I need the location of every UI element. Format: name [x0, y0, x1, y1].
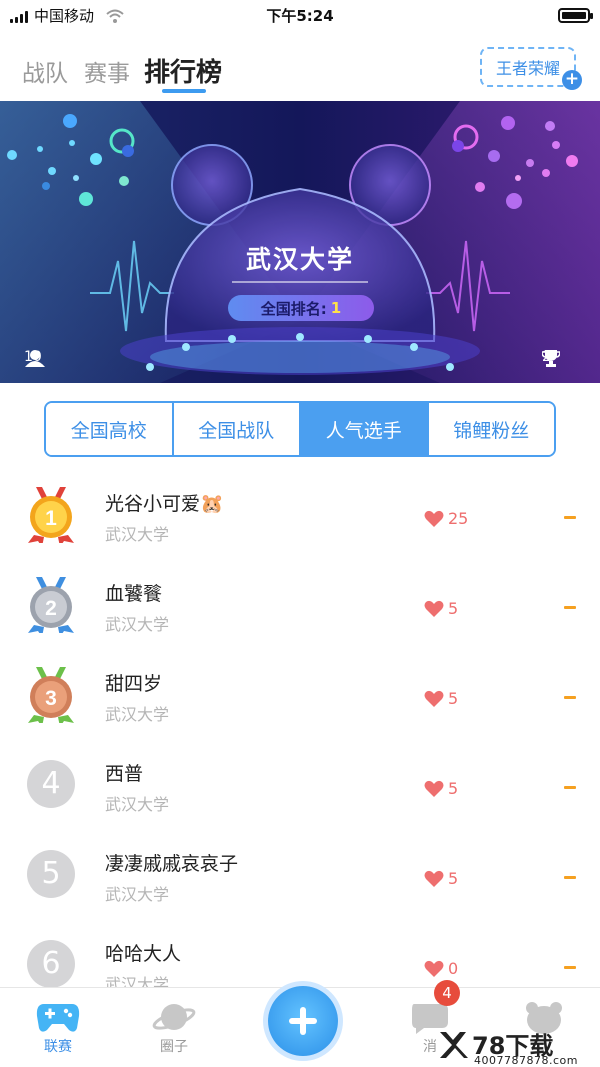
- like-count[interactable]: 0: [424, 959, 458, 978]
- tab-leaderboard[interactable]: 排行榜: [144, 52, 222, 89]
- ranking-row[interactable]: 2 血饕餮 武汉大学 5: [0, 563, 600, 653]
- segment-national-teams[interactable]: 全国战队: [173, 403, 301, 455]
- heart-icon: [424, 510, 444, 527]
- member-count: 10: [24, 349, 45, 367]
- watermark-url: 4007787878.com: [474, 1054, 578, 1067]
- player-name: 哈哈大人: [105, 943, 182, 965]
- like-count[interactable]: 25: [424, 509, 468, 528]
- like-count-value: 0: [448, 959, 459, 978]
- heart-icon: [424, 690, 444, 707]
- player-school: 武汉大学: [105, 525, 170, 544]
- heart-icon: [424, 780, 444, 797]
- unread-badge: 4: [434, 980, 460, 1006]
- player-name: 光谷小可爱🐹: [105, 493, 224, 515]
- ranking-list: 1 光谷小可爱🐹 武汉大学 25 2 血饕餮 武汉大学 5 3 甜四岁 武汉大学…: [0, 473, 600, 1013]
- national-rank-pill: 全国排名: 1: [228, 295, 374, 321]
- player-name: 甜四岁: [105, 673, 163, 695]
- medal-number: 1: [45, 507, 57, 530]
- tab-events[interactable]: 赛事: [84, 54, 130, 88]
- heart-icon: [424, 600, 444, 617]
- battery-icon: [558, 8, 593, 23]
- player-name: 血饕餮: [105, 583, 163, 605]
- leaderboard-screen: 中国移动 下午5:24 战队 赛事 排行榜 王者荣耀 + 武汉大学 全国排名: …: [0, 0, 600, 1067]
- medal-number: 3: [45, 687, 57, 710]
- nav-messages-label: 消: [423, 1039, 437, 1055]
- silver-medal-icon: 2: [28, 577, 74, 633]
- rank-value: 1: [330, 299, 342, 317]
- ranking-row[interactable]: 3 甜四岁 武汉大学 5: [0, 653, 600, 743]
- members-icon: [25, 350, 45, 367]
- nav-circle[interactable]: 圈子: [134, 1000, 214, 1056]
- like-count-value: 25: [448, 509, 469, 528]
- site-watermark: 78下载 4007787878.com: [438, 1026, 598, 1067]
- ranking-category-segment: 全国高校 全国战队 人气选手 锦鲤粉丝: [44, 401, 556, 457]
- create-button[interactable]: [268, 986, 338, 1056]
- player-school: 武汉大学: [105, 795, 170, 814]
- rank-change-indicator: [564, 786, 576, 789]
- like-count-value: 5: [448, 599, 459, 618]
- rank-change-indicator: [564, 606, 576, 609]
- segment-lucky-fans[interactable]: 锦鲤粉丝: [428, 403, 554, 455]
- rank-number-badge: 5: [27, 850, 75, 898]
- school-name: 武汉大学: [245, 245, 354, 274]
- ranking-row[interactable]: 5 凄凄戚戚哀哀子 武汉大学 5: [0, 833, 600, 923]
- nav-circle-label: 圈子: [160, 1039, 188, 1055]
- plus-icon: [289, 1007, 317, 1035]
- rank-label: 全国排名:: [260, 299, 327, 318]
- trophy-count: 2: [542, 349, 560, 367]
- player-school: 武汉大学: [105, 705, 170, 724]
- like-count[interactable]: 5: [424, 599, 458, 618]
- like-count[interactable]: 5: [424, 779, 458, 798]
- rank-number-badge: 4: [27, 760, 75, 808]
- medal-number: 2: [45, 597, 57, 620]
- tab-team[interactable]: 战队: [22, 54, 68, 88]
- player-name: 凄凄戚戚哀哀子: [105, 853, 239, 875]
- active-tab-indicator: [162, 89, 206, 93]
- heart-icon: [424, 870, 444, 887]
- rank-change-indicator: [564, 966, 576, 969]
- segment-national-schools[interactable]: 全国高校: [46, 403, 174, 455]
- planet-icon: [152, 1004, 196, 1030]
- segment-popular-players[interactable]: 人气选手: [301, 403, 429, 455]
- watermark-logo-icon: [440, 1032, 468, 1058]
- school-banner: 武汉大学 全国排名: 1 10 2: [0, 101, 600, 383]
- status-bar: 中国移动 下午5:24: [0, 0, 600, 30]
- nav-league[interactable]: 联赛: [18, 1000, 98, 1056]
- rank-change-indicator: [564, 696, 576, 699]
- rank-number-badge: 6: [27, 940, 75, 988]
- player-name: 西普: [105, 763, 144, 785]
- rank-change-indicator: [564, 516, 576, 519]
- ranking-row[interactable]: 1 光谷小可爱🐹 武汉大学 25: [0, 473, 600, 563]
- like-count-value: 5: [448, 779, 459, 798]
- nav-league-label: 联赛: [44, 1039, 72, 1055]
- like-count-value: 5: [448, 869, 459, 888]
- add-game-icon[interactable]: +: [562, 70, 582, 90]
- gamepad-icon: [36, 1004, 80, 1032]
- rank-change-indicator: [564, 876, 576, 879]
- gold-medal-icon: 1: [28, 487, 74, 543]
- player-school: 武汉大学: [105, 615, 170, 634]
- like-count[interactable]: 5: [424, 689, 458, 708]
- status-time: 下午5:24: [266, 7, 334, 25]
- player-school: 武汉大学: [105, 885, 170, 904]
- ranking-row[interactable]: 4 西普 武汉大学 5: [0, 743, 600, 833]
- heart-icon: [424, 960, 444, 977]
- trophy-icon: [542, 350, 560, 367]
- like-count[interactable]: 5: [424, 869, 458, 888]
- bronze-medal-icon: 3: [28, 667, 74, 723]
- like-count-value: 5: [448, 689, 459, 708]
